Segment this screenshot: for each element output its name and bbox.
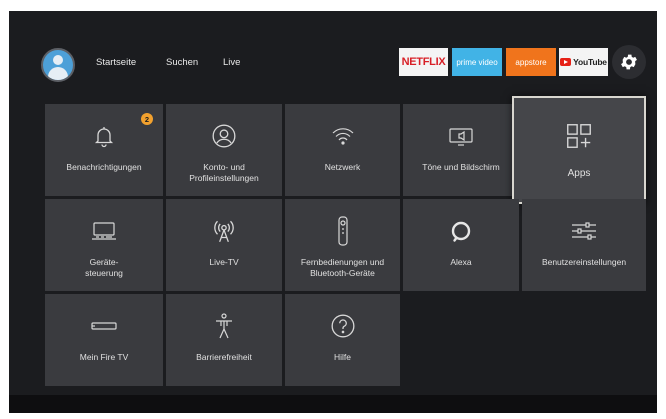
- bottom-bar: [9, 395, 657, 413]
- tile-label: Geräte-steuerung: [85, 257, 123, 278]
- gear-icon: [621, 54, 637, 70]
- tile-label: Mein Fire TV: [79, 352, 129, 362]
- tile-notifications[interactable]: 2 Benachrichtigungen: [45, 104, 163, 196]
- youtube-app-button[interactable]: YouTube: [559, 48, 608, 76]
- bell-icon: [94, 127, 114, 148]
- tile-my-fire-tv[interactable]: Mein Fire TV: [45, 294, 163, 386]
- user-circle-icon: [212, 124, 236, 148]
- nav-live[interactable]: Live: [223, 57, 240, 68]
- tile-label: Netzwerk: [324, 162, 361, 172]
- nav-home[interactable]: Startseite: [96, 57, 136, 68]
- tile-device-control[interactable]: Geräte-steuerung: [45, 199, 163, 291]
- tile-label: Barrierefreiheit: [196, 352, 252, 362]
- fire-tv-stick-icon: [91, 322, 117, 330]
- settings-button[interactable]: [612, 45, 646, 79]
- prime-video-app-button[interactable]: prime video: [452, 48, 502, 76]
- tile-alexa[interactable]: Alexa: [403, 199, 519, 291]
- appstore-label: appstore: [515, 57, 547, 67]
- prime-video-label: prime video: [456, 57, 498, 67]
- appstore-app-button[interactable]: appstore: [506, 48, 556, 76]
- tile-sound-display[interactable]: Töne und Bildschirm: [403, 104, 519, 196]
- youtube-play-icon: [560, 58, 572, 66]
- netflix-app-button[interactable]: NETFLIX: [399, 48, 448, 76]
- tile-label: Fernbedienungen und Bluetooth-Geräte: [300, 257, 385, 278]
- tile-network[interactable]: Netzwerk: [285, 104, 400, 196]
- tile-account-profile[interactable]: Konto- und Profileinstellungen: [166, 104, 282, 196]
- tv-icon: [92, 222, 116, 240]
- display-sound-icon: [449, 128, 473, 146]
- tile-remotes-bluetooth[interactable]: Fernbedienungen und Bluetooth-Geräte: [285, 199, 400, 291]
- tile-label: Hilfe: [333, 352, 351, 362]
- wifi-icon: [332, 128, 353, 145]
- sliders-icon: [572, 222, 596, 240]
- tile-label: Apps: [567, 168, 591, 179]
- remote-icon: [337, 216, 348, 246]
- tile-label: Benachrichtigungen: [66, 162, 142, 172]
- tile-user-preferences[interactable]: Benutzereinstellungen: [522, 199, 646, 291]
- accessibility-icon: [216, 313, 232, 339]
- tile-apps[interactable]: Apps: [512, 96, 646, 204]
- profile-avatar[interactable]: [41, 48, 75, 82]
- youtube-label: YouTube: [573, 57, 607, 67]
- alexa-icon: [451, 221, 471, 242]
- nav-search[interactable]: Suchen: [166, 57, 198, 68]
- tile-label: Konto- und Profileinstellungen: [189, 162, 259, 183]
- help-icon: [331, 314, 354, 338]
- tile-label: Alexa: [450, 257, 472, 267]
- netflix-label: NETFLIX: [401, 56, 446, 68]
- apps-grid-icon: [567, 124, 591, 148]
- tile-label: Live-TV: [209, 257, 239, 267]
- antenna-icon: [214, 220, 234, 243]
- tile-label: Benutzereinstellungen: [541, 257, 627, 267]
- tile-accessibility[interactable]: Barrierefreiheit: [166, 294, 282, 386]
- tile-live-tv[interactable]: Live-TV: [166, 199, 282, 291]
- tile-label: Töne und Bildschirm: [422, 162, 500, 172]
- fire-tv-screen: Startseite Suchen Live NETFLIX prime vid…: [9, 11, 657, 413]
- tile-help[interactable]: Hilfe: [285, 294, 400, 386]
